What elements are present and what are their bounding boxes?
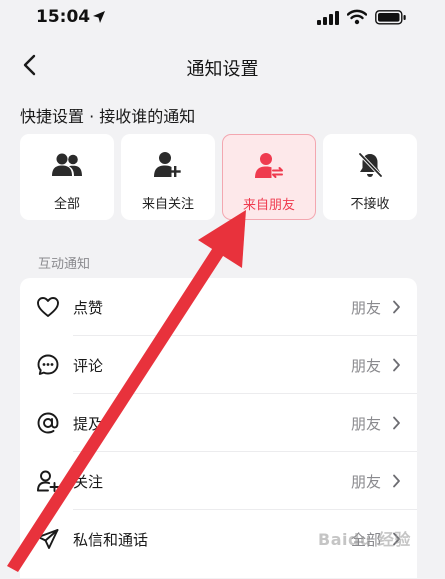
row-value: 朋友 (350, 357, 381, 375)
nav-bar: 通知设置 (0, 44, 445, 88)
status-time: 15:04 (36, 7, 91, 27)
chevron-right-icon (393, 474, 400, 488)
row-value: 朋友 (350, 473, 381, 491)
row-label: 评论 (73, 357, 104, 375)
chevron-right-icon (393, 416, 400, 430)
people-icon (52, 153, 82, 176)
bell-off-icon (358, 152, 383, 178)
option-label: 来自朋友 (242, 198, 295, 213)
option-none[interactable]: 不接收 (323, 134, 417, 220)
list-row-follow[interactable]: 关注 朋友 (20, 452, 417, 510)
quick-settings-heading: 快捷设置 · 接收谁的通知 (20, 107, 196, 126)
battery-icon (375, 10, 406, 25)
chevron-right-icon (393, 300, 400, 314)
person-exchange-icon (255, 153, 283, 178)
send-icon (37, 529, 59, 549)
page-title: 通知设置 (186, 59, 259, 80)
at-icon (37, 412, 59, 434)
option-all[interactable]: 全部 (20, 134, 114, 220)
signal-icon (317, 11, 339, 25)
list-row-like[interactable]: 点赞 朋友 (20, 278, 417, 336)
list-row-comment[interactable]: 评论 朋友 (20, 336, 417, 394)
comment-icon (37, 354, 59, 375)
person-add-icon (37, 470, 60, 492)
status-bar: 15:04 (0, 0, 445, 40)
row-value: 朋友 (350, 415, 381, 433)
option-label: 不接收 (350, 197, 390, 212)
interaction-heading: 互动通知 (38, 257, 91, 272)
heart-icon (37, 297, 59, 317)
row-label: 关注 (73, 473, 104, 491)
watermark: Baidu 经验 (318, 530, 411, 549)
chevron-right-icon (393, 358, 400, 372)
location-arrow-icon (93, 11, 105, 23)
person-add-icon (154, 152, 181, 177)
option-following[interactable]: 来自关注 (121, 134, 215, 220)
option-label: 来自关注 (141, 197, 194, 212)
option-friends[interactable]: 来自朋友 (222, 134, 316, 220)
wifi-icon (347, 9, 367, 25)
row-label: 提及 (73, 415, 104, 433)
option-label: 全部 (53, 197, 80, 212)
row-label: 点赞 (73, 299, 104, 317)
row-value: 朋友 (350, 299, 381, 317)
list-row-mention[interactable]: 提及 朋友 (20, 394, 417, 452)
row-label: 私信和通话 (73, 531, 149, 549)
